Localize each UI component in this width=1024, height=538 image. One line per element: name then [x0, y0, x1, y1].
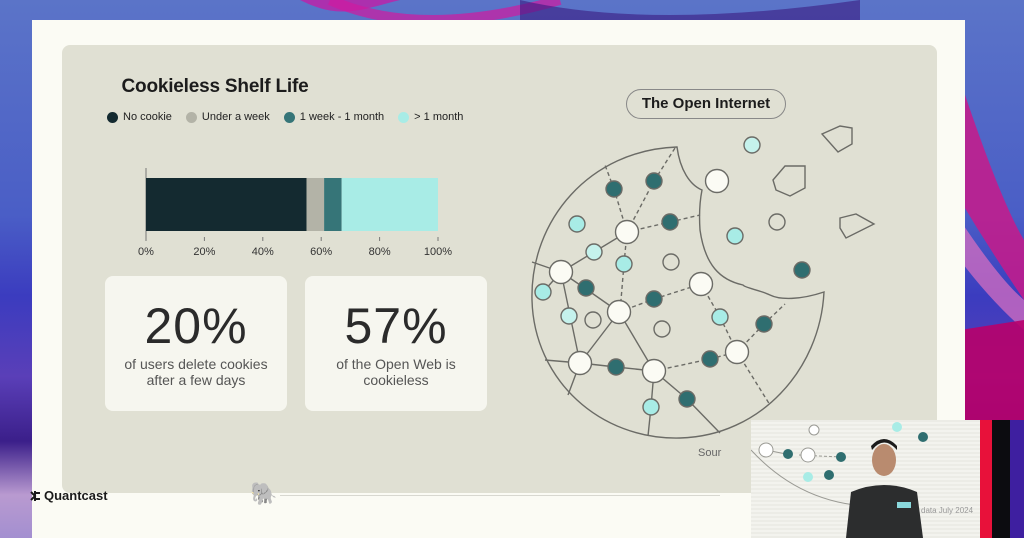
- node-light: [615, 255, 633, 273]
- node-dark: [607, 358, 625, 376]
- elephant-icon: 🐘: [250, 481, 278, 506]
- speaker-video-overlay: data July 2024: [751, 420, 981, 538]
- crumb-shape: [772, 165, 806, 197]
- node-dark: [701, 350, 719, 368]
- node-hollow: [653, 320, 671, 338]
- node-hollow: [584, 311, 602, 329]
- pip-source-date: data July 2024: [921, 506, 974, 515]
- crumb-shape: [839, 213, 876, 239]
- speaker-head: [872, 444, 896, 476]
- speaker-body: [846, 485, 923, 538]
- node-large: [548, 259, 574, 285]
- node-dark: [605, 180, 623, 198]
- node-dark: [793, 261, 811, 279]
- node-dark: [755, 315, 773, 333]
- node-light: [726, 227, 744, 245]
- node-large: [688, 271, 714, 297]
- node-dark: [577, 279, 595, 297]
- node-dark: [661, 213, 679, 231]
- node-light: [585, 243, 603, 261]
- stage-edge-red: [980, 420, 992, 538]
- pip-slide-echo: [751, 422, 928, 538]
- presentation-progress-track: [280, 495, 720, 496]
- node-large: [567, 350, 593, 376]
- node-light: [560, 307, 578, 325]
- stage-edge-purple: [1010, 420, 1024, 538]
- node-hollow: [768, 213, 786, 231]
- node-hollow: [662, 253, 680, 271]
- node-dark: [645, 172, 663, 190]
- node-dark: [645, 290, 663, 308]
- node-dark: [678, 390, 696, 408]
- node-light: [711, 308, 729, 326]
- node-large: [614, 219, 640, 245]
- crumb-shape: [820, 125, 853, 153]
- quantcast-logo-icon: [30, 490, 40, 501]
- node-large: [724, 339, 750, 365]
- quantcast-logo: Quantcast: [29, 488, 108, 503]
- stage-edge-dark: [992, 420, 1010, 538]
- source-note: Sour: [698, 447, 722, 459]
- node-light: [568, 215, 586, 233]
- node-large: [606, 299, 632, 325]
- node-large: [641, 358, 667, 384]
- node-light: [642, 398, 660, 416]
- brand-name: Quantcast: [44, 488, 108, 503]
- node-light: [534, 283, 552, 301]
- node-large: [704, 168, 730, 194]
- speaker-badge: [897, 502, 911, 508]
- node-light: [743, 136, 761, 154]
- cookie-outline: [531, 146, 825, 439]
